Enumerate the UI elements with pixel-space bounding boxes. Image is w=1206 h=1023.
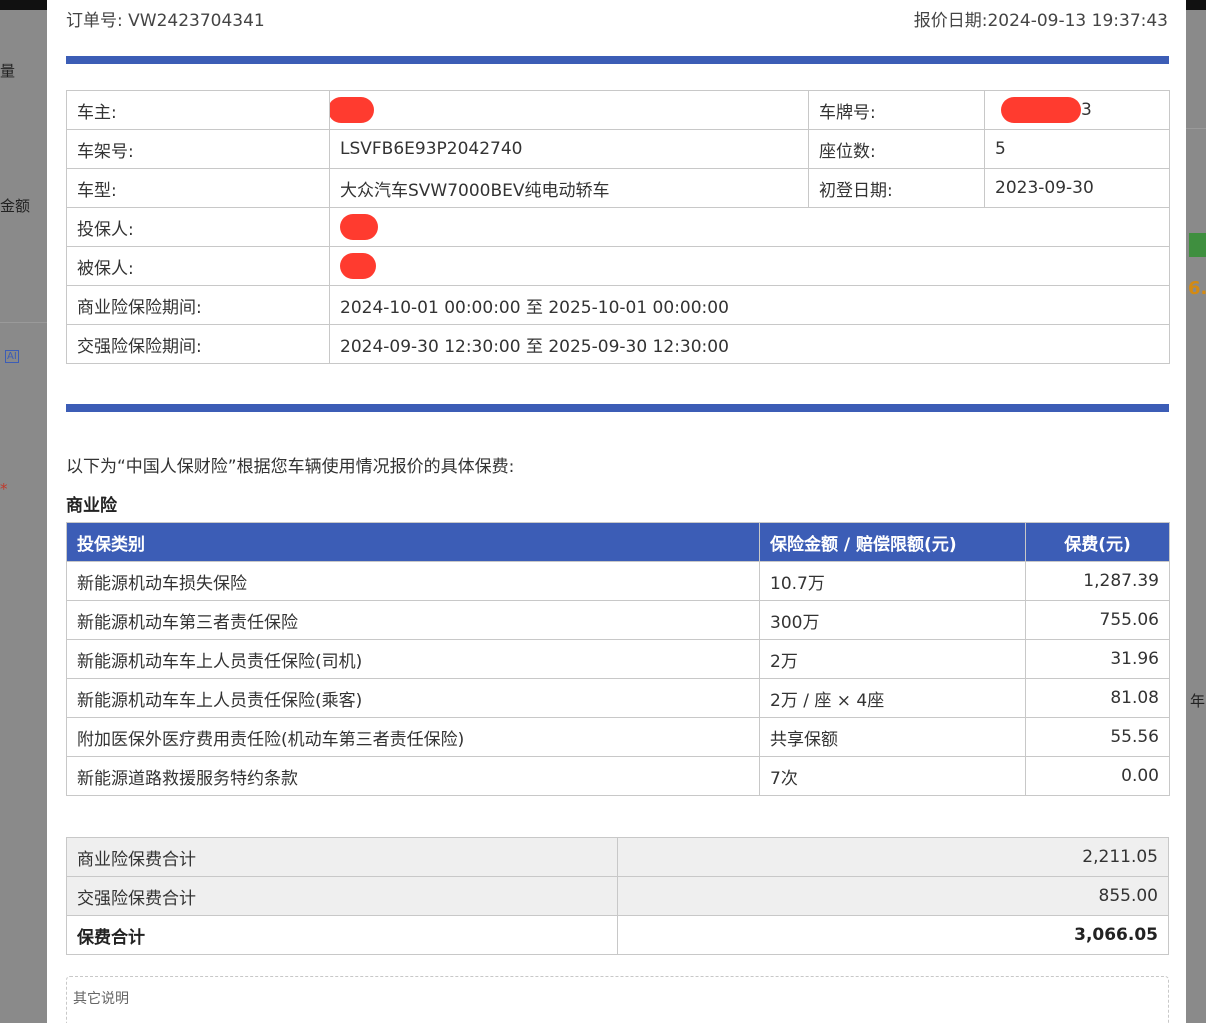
coverage-name: 新能源机动车车上人员责任保险(司机) bbox=[66, 639, 760, 679]
coverage-premium: 755.06 bbox=[1025, 600, 1170, 640]
coverage-premium: 55.56 bbox=[1025, 717, 1170, 757]
coverage-name: 新能源道路救援服务特约条款 bbox=[66, 756, 760, 796]
info-row: 交强险保险期间: 2024-09-30 12:30:00 至 2025-09-3… bbox=[66, 324, 1170, 364]
seats-label: 座位数: bbox=[808, 129, 985, 169]
quote-intro-text: 以下为“中国人保财险”根据您车辆使用情况报价的具体保费: bbox=[66, 457, 515, 477]
info-row: 车型: 大众汽车SVW7000BEV纯电动轿车 初登日期: 2023-09-30 bbox=[66, 168, 1170, 208]
premium-row: 新能源机动车损失保险 10.7万 1,287.39 bbox=[66, 561, 1170, 601]
premium-row: 附加医保外医疗费用责任险(机动车第三者责任保险) 共享保额 55.56 bbox=[66, 717, 1170, 757]
coverage-amount: 300万 bbox=[759, 600, 1026, 640]
coverage-amount: 10.7万 bbox=[759, 561, 1026, 601]
info-row: 投保人: bbox=[66, 207, 1170, 247]
insured-label: 被保人: bbox=[66, 246, 330, 286]
premium-row: 新能源道路救援服务特约条款 7次 0.00 bbox=[66, 756, 1170, 796]
premium-summary-table: 商业险保费合计 2,211.05 交强险保费合计 855.00 保费合计 3,0… bbox=[66, 837, 1169, 955]
coverage-premium: 1,287.39 bbox=[1025, 561, 1170, 601]
summary-row-compulsory: 交强险保费合计 855.00 bbox=[66, 876, 1169, 916]
background-text: 6. bbox=[1188, 278, 1206, 299]
insured-value bbox=[329, 246, 1170, 286]
commercial-period-label: 商业险保险期间: bbox=[66, 285, 330, 325]
redaction-mark bbox=[340, 214, 378, 240]
coverage-name: 附加医保外医疗费用责任险(机动车第三者责任保险) bbox=[66, 717, 760, 757]
commercial-period-value: 2024-10-01 00:00:00 至 2025-10-01 00:00:0… bbox=[329, 285, 1170, 325]
reg-date-label: 初登日期: bbox=[808, 168, 985, 208]
reg-date-value: 2023-09-30 bbox=[984, 168, 1170, 208]
redaction-mark bbox=[330, 97, 374, 123]
seats-value: 5 bbox=[984, 129, 1170, 169]
background-text: 量 bbox=[0, 62, 16, 80]
info-row: 车主: 车牌号: 3 bbox=[66, 90, 1170, 130]
coverage-premium: 0.00 bbox=[1025, 756, 1170, 796]
info-row: 商业险保险期间: 2024-10-01 00:00:00 至 2025-10-0… bbox=[66, 285, 1170, 325]
premium-row: 新能源机动车车上人员责任保险(司机) 2万 31.96 bbox=[66, 639, 1170, 679]
quote-date-value: 2024-09-13 19:37:43 bbox=[987, 11, 1168, 31]
vin-label: 车架号: bbox=[66, 129, 330, 169]
owner-label: 车主: bbox=[66, 90, 330, 130]
order-label: 订单号: bbox=[66, 11, 123, 31]
background-divider bbox=[1186, 128, 1206, 129]
applicant-label: 投保人: bbox=[66, 207, 330, 247]
info-row: 被保人: bbox=[66, 246, 1170, 286]
quote-date: 报价日期:2024-09-13 19:37:43 bbox=[914, 6, 1168, 31]
coverage-name: 新能源机动车第三者责任保险 bbox=[66, 600, 760, 640]
quote-modal: 订单号: VW2423704341 报价日期:2024-09-13 19:37:… bbox=[47, 0, 1186, 1023]
commercial-total-label: 商业险保费合计 bbox=[66, 837, 618, 877]
info-row: 车架号: LSVFB6E93P2042740 座位数: 5 bbox=[66, 129, 1170, 169]
section-divider-top bbox=[66, 56, 1169, 64]
compulsory-total-label: 交强险保费合计 bbox=[66, 876, 618, 916]
background-text: 年 bbox=[1190, 692, 1206, 710]
owner-value bbox=[329, 90, 809, 130]
background-page-right: 6. 年 bbox=[1186, 10, 1206, 1023]
grand-total-value: 3,066.05 bbox=[617, 915, 1169, 955]
redaction-mark bbox=[340, 253, 376, 279]
commercial-total-value: 2,211.05 bbox=[617, 837, 1169, 877]
redaction-mark bbox=[1001, 97, 1081, 123]
background-green-block bbox=[1189, 233, 1206, 257]
coverage-amount: 7次 bbox=[759, 756, 1026, 796]
applicant-value bbox=[329, 207, 1170, 247]
coverage-amount: 2万 / 座 × 4座 bbox=[759, 678, 1026, 718]
column-header-premium: 保费(元) bbox=[1025, 522, 1170, 562]
compulsory-period-value: 2024-09-30 12:30:00 至 2025-09-30 12:30:0… bbox=[329, 324, 1170, 364]
plate-value: 3 bbox=[984, 90, 1170, 130]
vehicle-info-table: 车主: 车牌号: 3 车架号: LSVFB6E93P2042740 座位数: 5… bbox=[66, 90, 1170, 364]
background-text: * bbox=[0, 480, 8, 498]
background-divider bbox=[0, 322, 47, 323]
quote-date-label: 报价日期: bbox=[913, 11, 988, 31]
coverage-premium: 81.08 bbox=[1025, 678, 1170, 718]
compulsory-total-value: 855.00 bbox=[617, 876, 1169, 916]
coverage-name: 新能源机动车损失保险 bbox=[66, 561, 760, 601]
other-notes-box[interactable]: 其它说明 bbox=[66, 976, 1169, 1023]
plate-label: 车牌号: bbox=[808, 90, 985, 130]
order-value: VW2423704341 bbox=[128, 11, 265, 31]
premium-row: 新能源机动车车上人员责任保险(乘客) 2万 / 座 × 4座 81.08 bbox=[66, 678, 1170, 718]
model-value: 大众汽车SVW7000BEV纯电动轿车 bbox=[329, 168, 809, 208]
premium-row: 新能源机动车第三者责任保险 300万 755.06 bbox=[66, 600, 1170, 640]
compulsory-period-label: 交强险保险期间: bbox=[66, 324, 330, 364]
order-number: 订单号: VW2423704341 bbox=[66, 6, 265, 31]
grand-total-label: 保费合计 bbox=[66, 915, 618, 955]
background-page-left: 量 金额 AI * bbox=[0, 10, 47, 1023]
column-header-amount: 保险金额 / 赔偿限额(元) bbox=[759, 522, 1026, 562]
other-notes-label: 其它说明 bbox=[73, 991, 129, 1007]
background-text: 金额 bbox=[0, 197, 31, 215]
background-badge: AI bbox=[5, 350, 19, 363]
summary-row-grand-total: 保费合计 3,066.05 bbox=[66, 915, 1169, 955]
coverage-amount: 2万 bbox=[759, 639, 1026, 679]
section-divider-middle bbox=[66, 404, 1169, 412]
coverage-premium: 31.96 bbox=[1025, 639, 1170, 679]
coverage-amount: 共享保额 bbox=[759, 717, 1026, 757]
summary-row-commercial: 商业险保费合计 2,211.05 bbox=[66, 837, 1169, 877]
plate-suffix: 3 bbox=[1081, 100, 1092, 120]
model-label: 车型: bbox=[66, 168, 330, 208]
premium-header-row: 投保类别 保险金额 / 赔偿限额(元) 保费(元) bbox=[66, 522, 1170, 562]
section-title-commercial: 商业险 bbox=[66, 496, 117, 516]
vin-value: LSVFB6E93P2042740 bbox=[329, 129, 809, 169]
premium-table: 投保类别 保险金额 / 赔偿限额(元) 保费(元) 新能源机动车损失保险 10.7… bbox=[66, 522, 1170, 796]
coverage-name: 新能源机动车车上人员责任保险(乘客) bbox=[66, 678, 760, 718]
column-header-category: 投保类别 bbox=[66, 522, 760, 562]
